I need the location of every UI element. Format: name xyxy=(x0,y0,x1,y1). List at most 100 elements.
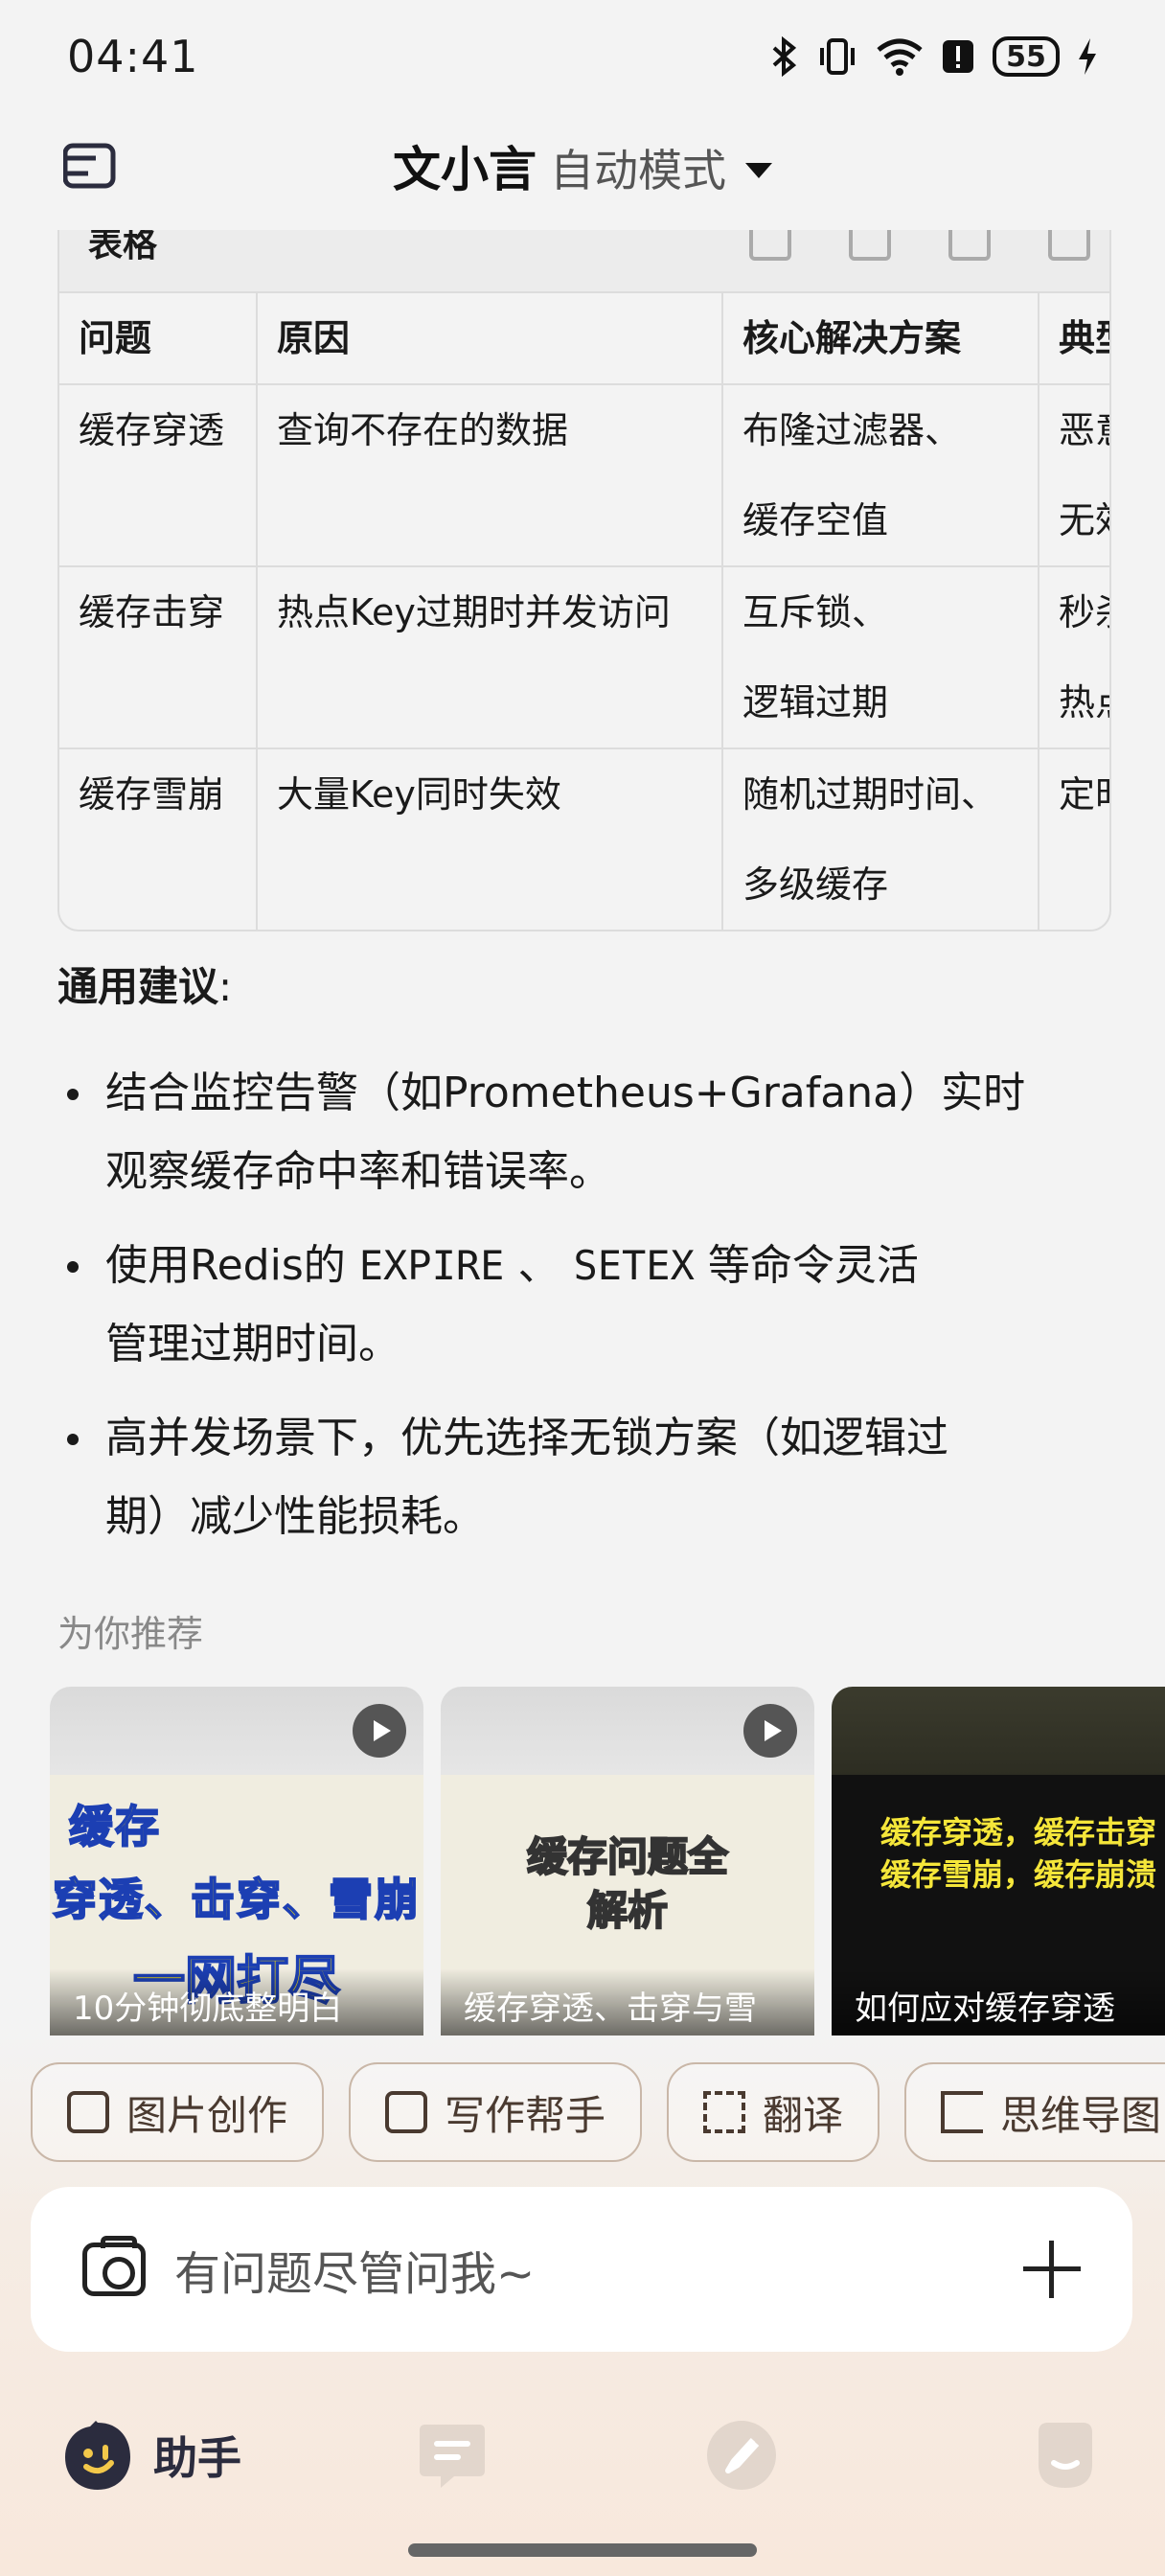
video-card[interactable]: 缓存问题全 解析 缓存穿透、击穿与雪 xyxy=(441,1687,814,2036)
list-item-line: 使用Redis的 EXPIRE 、 SETEX 等命令灵活 xyxy=(105,1227,1121,1305)
suggestions-title: 通用建议 xyxy=(57,963,219,1010)
recommend-title: 为你推荐 xyxy=(57,1613,204,1655)
translate-icon xyxy=(703,2091,746,2133)
home-indicator[interactable] xyxy=(408,2543,757,2557)
table-cell: 布隆过滤器、 缓存空值 xyxy=(722,384,1039,567)
list-item-line: 结合监控告警（如Prometheus+Grafana）实时 xyxy=(105,1069,1026,1117)
nav-item-discover[interactable] xyxy=(705,2419,778,2492)
status-bar: 04:41 55 xyxy=(0,0,1165,113)
video-caption: 10分钟彻底整明白 xyxy=(50,1968,423,2036)
download-icon[interactable] xyxy=(849,230,891,261)
table-header-cell: 原因 xyxy=(257,293,723,385)
cell-line: 秒杀 xyxy=(1059,591,1109,633)
chip-label: 翻译 xyxy=(763,2091,844,2139)
chip-translate[interactable]: 翻译 xyxy=(667,2062,880,2162)
plus-icon[interactable] xyxy=(1023,2241,1081,2298)
list-item-line: 高并发场景下，优先选择无锁方案（如逻辑过 xyxy=(105,1414,948,1462)
table-cell: 秒杀热点 xyxy=(1039,566,1109,749)
bottom-panel: 图片创作 写作帮手 翻译 思维导图 有问题尽管问我~ 助手 xyxy=(0,2036,1165,2576)
menu-icon[interactable] xyxy=(62,142,117,194)
edit-icon xyxy=(385,2091,428,2133)
assistant-icon xyxy=(65,2421,130,2490)
status-icons: 55 xyxy=(770,36,1098,77)
chevron-down-icon[interactable] xyxy=(745,163,772,178)
image-icon xyxy=(67,2091,109,2133)
nav-item-chat[interactable] xyxy=(416,2419,489,2492)
play-icon[interactable] xyxy=(353,1704,406,1758)
suggestions-heading: 通用建议: xyxy=(57,954,232,1013)
chip-writing-helper[interactable]: 写作帮手 xyxy=(349,2062,643,2162)
nav-item-assistant[interactable]: 助手 xyxy=(63,2419,241,2492)
table-cell: 恶意无效 xyxy=(1039,384,1109,567)
camera-icon[interactable] xyxy=(82,2236,146,2296)
nav-item-profile[interactable] xyxy=(1031,2419,1100,2492)
table-cell: 定时 xyxy=(1039,748,1109,930)
chip-label: 思维导图 xyxy=(1000,2091,1162,2139)
cell-line: 多级缓存 xyxy=(742,863,889,906)
header-title[interactable]: 文小言 自动模式 xyxy=(393,131,772,200)
list-item-line: 期）减少性能损耗。 xyxy=(105,1492,485,1541)
chat-input[interactable]: 有问题尽管问我~ xyxy=(174,2236,1023,2303)
cell-line: 热点 xyxy=(1059,681,1109,724)
code-setex: SETEX xyxy=(573,1242,695,1289)
cell-line: 随机过期时间、 xyxy=(742,773,998,816)
text-segment: 、 xyxy=(504,1241,574,1290)
video-card[interactable]: 缓存 穿透、击穿、雪崩 一网打尽 10分钟彻底整明白 xyxy=(50,1687,423,2036)
expand-icon[interactable] xyxy=(1048,230,1090,261)
bottom-nav: 助手 xyxy=(0,2419,1165,2524)
video-caption: 缓存穿透、击穿与雪 xyxy=(441,1968,814,2036)
table-header-cell: 典型 xyxy=(1039,293,1109,385)
share-icon[interactable] xyxy=(948,230,991,261)
app-name: 文小言 xyxy=(393,142,537,197)
profile-icon xyxy=(1039,2423,1092,2488)
thumbnail-text: 解析 xyxy=(586,1886,669,1935)
cell-line: 逻辑过期 xyxy=(742,681,889,724)
alert-icon xyxy=(943,40,973,73)
table-cell: 查询不存在的数据 xyxy=(257,384,723,567)
list-item: 结合监控告警（如Prometheus+Grafana）实时 观察缓存命中率和错误… xyxy=(67,1054,1121,1211)
thumbnail-text: 缓存 xyxy=(68,1800,161,1853)
nav-label: 助手 xyxy=(153,2432,241,2484)
copy-icon[interactable] xyxy=(749,230,791,261)
thumbnail-text: 穿透、击穿、雪崩 xyxy=(52,1873,421,1926)
thumbnail-text: 缓存雪崩，缓存崩溃 xyxy=(879,1856,1156,1893)
table-toolbar-title: 表格 xyxy=(88,230,158,264)
cell-line: 布隆过滤器、 xyxy=(742,409,962,451)
play-icon[interactable] xyxy=(743,1704,797,1758)
thumbnail-text: 缓存问题全 xyxy=(526,1832,729,1881)
table-cell: 互斥锁、 逻辑过期 xyxy=(722,566,1039,749)
suggestions-list: 结合监控告警（如Prometheus+Grafana）实时 观察缓存命中率和错误… xyxy=(67,1054,1121,1572)
recommend-carousel[interactable]: 缓存 穿透、击穿、雪崩 一网打尽 10分钟彻底整明白 缓存问题全 解析 缓存穿透… xyxy=(50,1687,1165,2036)
thumbnail-text: 缓存穿透，缓存击穿 xyxy=(879,1814,1156,1851)
video-card[interactable]: 缓存穿透，缓存击穿 缓存雪崩，缓存崩溃 如何应对缓存穿透 xyxy=(832,1687,1165,2036)
charging-icon xyxy=(1079,38,1096,75)
table-header-cell: 核心解决方案 xyxy=(722,293,1039,385)
header: 文小言 自动模式 xyxy=(0,113,1165,218)
video-caption: 如何应对缓存穿透 xyxy=(832,1968,1165,2036)
mindmap-icon xyxy=(941,2091,984,2133)
chat-input-bar[interactable]: 有问题尽管问我~ xyxy=(31,2187,1132,2352)
vibrate-icon xyxy=(820,38,855,75)
wifi-icon xyxy=(877,38,923,76)
table-row: 缓存穿透 查询不存在的数据 布隆过滤器、缓存空值 恶意无效 xyxy=(59,384,1109,567)
table-toolbar-icons xyxy=(749,230,1090,261)
table-toolbar: 表格 xyxy=(59,230,1109,293)
table-row: 缓存击穿 热点Key过期时并发访问 互斥锁、逻辑过期 秒杀热点 xyxy=(59,566,1109,749)
video-thumbnail: 缓存穿透，缓存击穿 缓存雪崩，缓存崩溃 xyxy=(832,1811,1165,1896)
chat-icon xyxy=(420,2425,485,2488)
chip-label: 图片创作 xyxy=(126,2091,288,2139)
table-row: 缓存雪崩 大量Key同时失效 随机过期时间、多级缓存 定时 xyxy=(59,748,1109,930)
compass-icon xyxy=(707,2421,776,2490)
table-cell: 热点Key过期时并发访问 xyxy=(257,566,723,749)
chip-mindmap[interactable]: 思维导图 xyxy=(904,2062,1165,2162)
mode-selector[interactable]: 自动模式 xyxy=(550,136,726,199)
table-cell: 缓存穿透 xyxy=(59,384,258,567)
table-cell: 缓存雪崩 xyxy=(59,748,258,930)
chip-label: 写作帮手 xyxy=(445,2091,606,2139)
text-segment: 使用Redis的 xyxy=(105,1241,359,1290)
video-thumbnail: 缓存问题全 解析 xyxy=(441,1830,814,1938)
list-item: 高并发场景下，优先选择无锁方案（如逻辑过 期）减少性能损耗。 xyxy=(67,1399,1121,1556)
bluetooth-icon xyxy=(772,36,797,77)
cell-line: 缓存空值 xyxy=(742,499,889,541)
chip-image-creation[interactable]: 图片创作 xyxy=(31,2062,325,2162)
